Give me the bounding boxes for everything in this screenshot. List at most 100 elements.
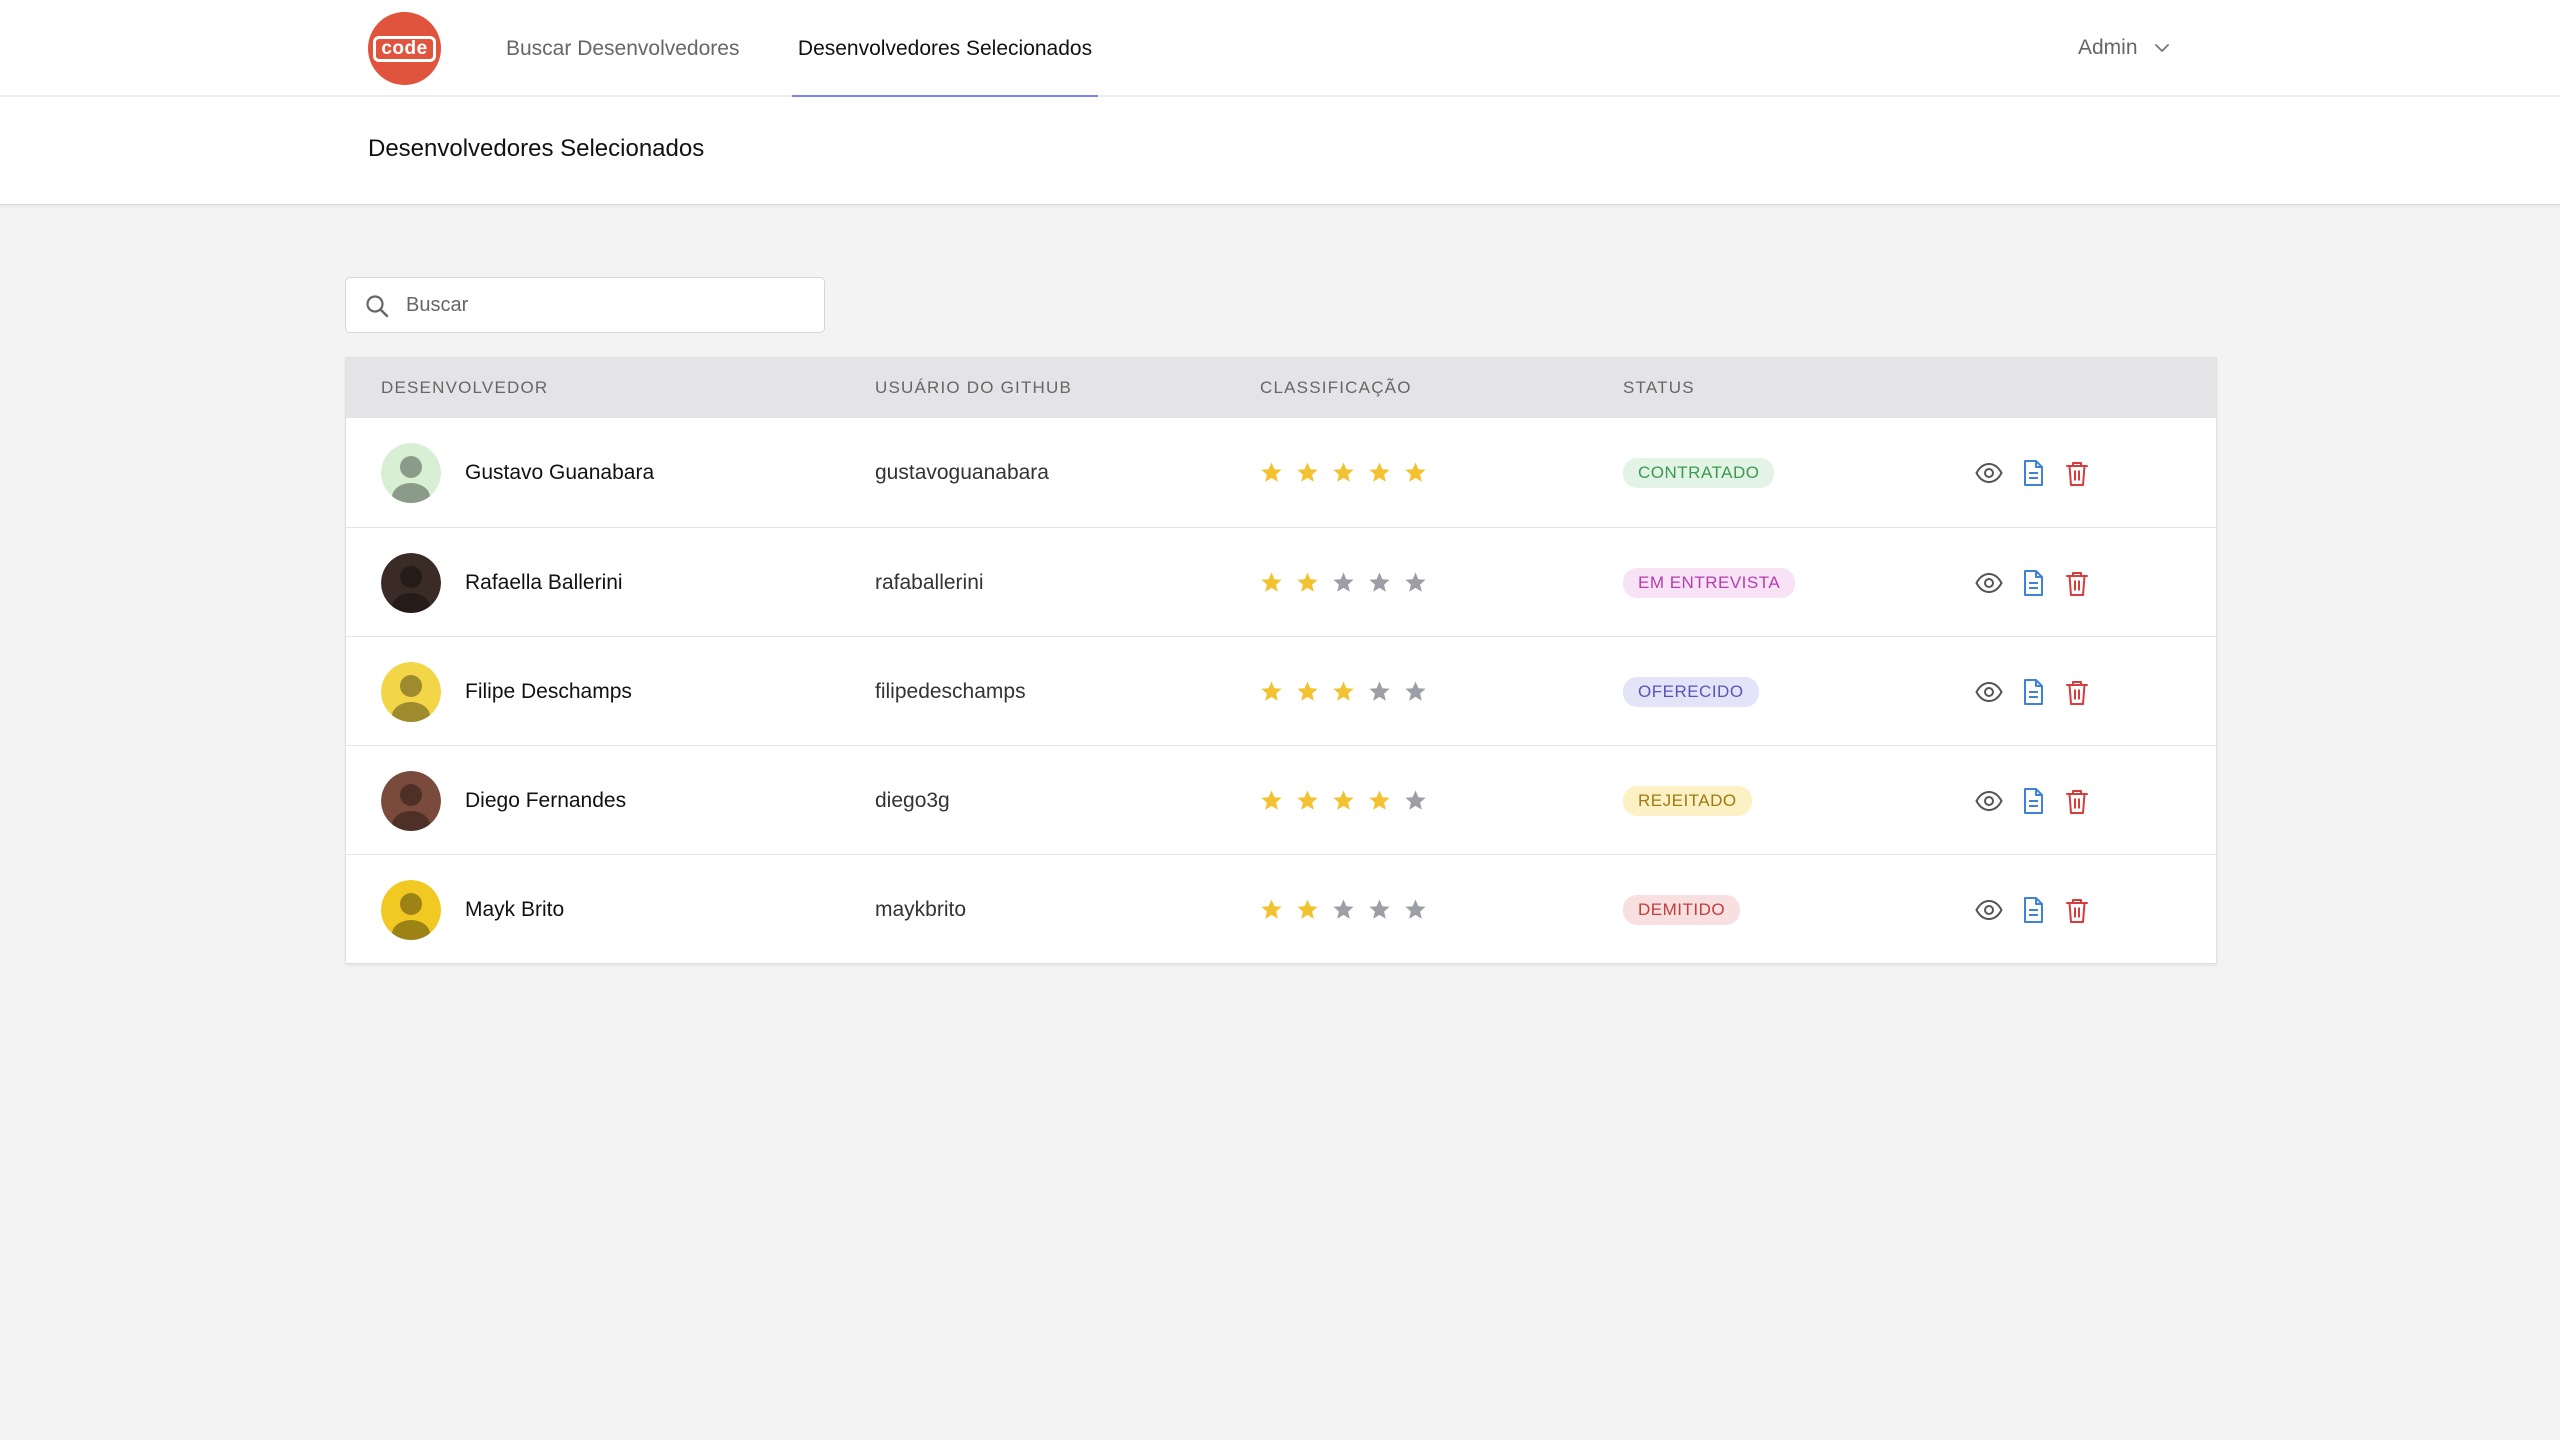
developer-name: Rafaella Ballerini	[465, 570, 623, 594]
status-cell: CONTRATADO	[1623, 418, 1775, 527]
document-icon[interactable]	[2018, 786, 2048, 816]
trash-icon[interactable]	[2062, 458, 2092, 488]
actions-cell	[1974, 746, 2092, 855]
status-cell: EM ENTREVISTA	[1623, 528, 1796, 637]
github-cell: maykbrito	[875, 855, 966, 964]
star-icon	[1369, 462, 1390, 482]
star-rating	[1260, 680, 1427, 703]
star-icon	[1333, 681, 1354, 701]
table-row: Filipe Deschamps filipedeschamps OFERECI…	[346, 636, 2216, 745]
star-rating	[1260, 461, 1427, 484]
star-icon	[1297, 572, 1318, 592]
developer-cell: Diego Fernandes	[381, 746, 626, 855]
star-icon	[1405, 572, 1426, 592]
developer-cell: Mayk Brito	[381, 855, 564, 964]
logo[interactable]: code	[368, 12, 441, 85]
avatar	[381, 552, 441, 613]
column-header-github: USUÁRIO DO GITHUB	[875, 378, 1073, 397]
search-box[interactable]	[345, 277, 825, 333]
rating-cell	[1260, 528, 1427, 637]
status-cell: DEMITIDO	[1623, 855, 1741, 964]
table-row: Mayk Brito maykbrito DEMITIDO	[346, 854, 2216, 963]
star-icon	[1405, 681, 1426, 701]
developer-cell: Rafaella Ballerini	[381, 528, 623, 637]
github-cell: rafaballerini	[875, 528, 984, 637]
document-icon[interactable]	[2018, 568, 2048, 598]
top-navbar: code Buscar Desenvolvedores Desenvolvedo…	[0, 0, 2560, 98]
actions-cell	[1974, 418, 2092, 527]
eye-icon[interactable]	[1974, 895, 2004, 925]
table-header: DESENVOLVEDOR USUÁRIO DO GITHUB CLASSIFI…	[346, 358, 2216, 418]
search-icon	[366, 295, 389, 318]
star-icon	[1405, 462, 1426, 482]
status-badge: OFERECIDO	[1623, 676, 1759, 707]
trash-icon[interactable]	[2062, 677, 2092, 707]
avatar	[381, 442, 441, 503]
rating-cell	[1260, 637, 1427, 746]
trash-icon[interactable]	[2062, 568, 2092, 598]
star-icon	[1369, 899, 1390, 919]
developer-cell: Filipe Deschamps	[381, 637, 632, 746]
tab-buscar-desenvolvedores[interactable]: Buscar Desenvolvedores	[506, 0, 739, 97]
developer-name: Diego Fernandes	[465, 788, 627, 812]
table-body: Gustavo Guanabara gustavoguanabara CONTR…	[346, 418, 2216, 963]
github-cell: diego3g	[875, 746, 950, 855]
star-icon	[1333, 790, 1354, 810]
actions-cell	[1974, 528, 2092, 637]
logo-text: code	[373, 35, 436, 62]
tab-desenvolvedores-selecionados[interactable]: Desenvolvedores Selecionados	[792, 0, 1098, 98]
column-header-status: STATUS	[1623, 378, 1695, 397]
star-icon	[1261, 462, 1282, 482]
page-title: Desenvolvedores Selecionados	[368, 135, 705, 162]
developer-cell: Gustavo Guanabara	[381, 418, 654, 527]
avatar	[381, 879, 441, 940]
eye-icon[interactable]	[1974, 458, 2004, 488]
avatar	[381, 661, 441, 722]
column-header-classificacao: CLASSIFICAÇÃO	[1260, 378, 1412, 397]
table-row: Rafaella Ballerini rafaballerini EM ENTR…	[346, 527, 2216, 636]
star-rating	[1260, 571, 1427, 594]
star-icon	[1261, 681, 1282, 701]
user-menu[interactable]: Admin	[2078, 28, 2172, 68]
star-icon	[1369, 790, 1390, 810]
status-badge: REJEITADO	[1623, 785, 1752, 816]
star-icon	[1333, 899, 1354, 919]
github-username: maykbrito	[875, 897, 967, 921]
document-icon[interactable]	[2018, 677, 2048, 707]
status-cell: OFERECIDO	[1623, 637, 1759, 746]
document-icon[interactable]	[2018, 895, 2048, 925]
github-cell: gustavoguanabara	[875, 418, 1049, 527]
star-icon	[1261, 899, 1282, 919]
chevron-down-icon	[2154, 44, 2169, 52]
developers-table: DESENVOLVEDOR USUÁRIO DO GITHUB CLASSIFI…	[345, 357, 2217, 964]
star-rating	[1260, 789, 1427, 812]
table-row: Diego Fernandes diego3g REJEITADO	[346, 745, 2216, 854]
github-username: rafaballerini	[875, 570, 984, 594]
eye-icon[interactable]	[1974, 568, 2004, 598]
star-icon	[1297, 790, 1318, 810]
user-menu-label: Admin	[2078, 36, 2138, 59]
star-icon	[1261, 790, 1282, 810]
document-icon[interactable]	[2018, 458, 2048, 488]
status-badge: DEMITIDO	[1623, 894, 1741, 925]
eye-icon[interactable]	[1974, 786, 2004, 816]
page-header: Desenvolvedores Selecionados	[0, 97, 2560, 205]
trash-icon[interactable]	[2062, 895, 2092, 925]
actions-cell	[1974, 637, 2092, 746]
star-icon	[1333, 462, 1354, 482]
rating-cell	[1260, 418, 1427, 527]
github-username: filipedeschamps	[875, 679, 1026, 703]
search-input[interactable]	[406, 278, 806, 332]
star-icon	[1297, 681, 1318, 701]
trash-icon[interactable]	[2062, 786, 2092, 816]
eye-icon[interactable]	[1974, 677, 2004, 707]
star-icon	[1297, 462, 1318, 482]
github-cell: filipedeschamps	[875, 637, 1026, 746]
column-header-desenvolvedor: DESENVOLVEDOR	[381, 378, 549, 397]
developer-name: Gustavo Guanabara	[465, 460, 655, 484]
star-icon	[1333, 572, 1354, 592]
star-icon	[1405, 790, 1426, 810]
rating-cell	[1260, 855, 1427, 964]
star-icon	[1405, 899, 1426, 919]
table-row: Gustavo Guanabara gustavoguanabara CONTR…	[346, 418, 2216, 527]
